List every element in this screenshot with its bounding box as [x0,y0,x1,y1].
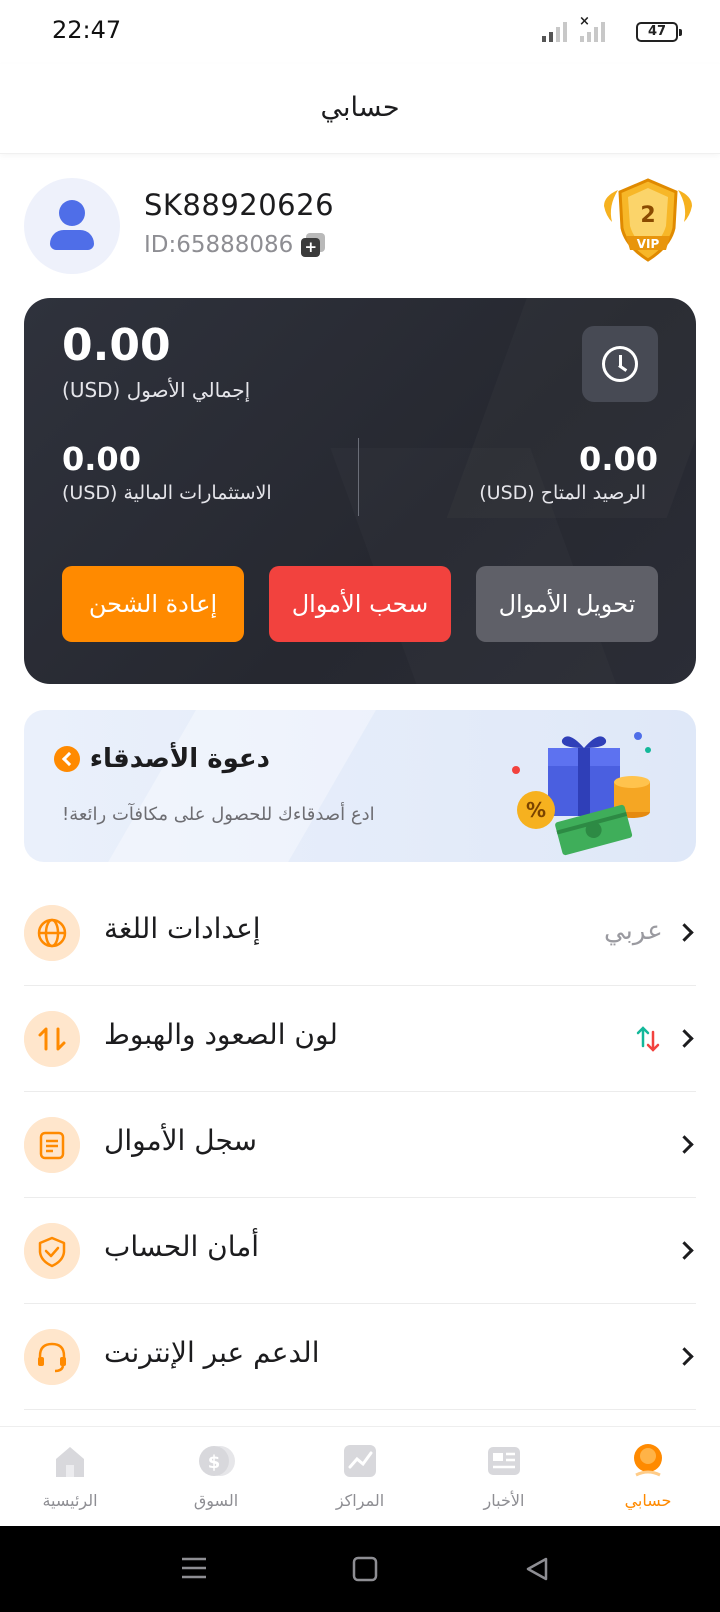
user-id: ID:65888086 [144,232,294,258]
transfer-button[interactable]: تحويل الأموال [476,566,658,642]
avatar-head-icon [59,200,85,226]
invite-friends-banner[interactable]: دعوة الأصدقاء ادع أصدقاءك للحصول على مكا… [24,710,696,862]
shield-check-icon [24,1223,80,1279]
card-divider [358,438,359,516]
newspaper-icon [488,1447,520,1475]
chevron-right-icon [675,1241,694,1260]
vip-badge-icon[interactable]: 2 VIP [600,176,696,266]
vip-level: 2 [640,203,655,228]
available-balance-value: 0.00 [579,440,658,478]
investments-label: الاستثمارات المالية (USD) [62,482,272,504]
document-icon [24,1117,80,1173]
home-square-icon[interactable] [352,1556,378,1582]
gift-illustration-icon: % [512,732,651,856]
nav-label-home: الرئيسية [42,1491,98,1510]
svg-text:$: $ [208,1452,221,1473]
system-nav-bar [0,1526,720,1612]
battery-level: 47 [647,24,667,39]
total-assets-value: 0.00 [62,320,171,371]
menu-item-support[interactable]: الدعم عبر الإنترنت [24,1304,696,1410]
chevron-right-icon [675,923,694,942]
nav-item-account[interactable]: حسابي [598,1441,698,1521]
nav-label-news: الأخبار [483,1491,525,1510]
nav-item-market[interactable]: $ السوق [166,1441,266,1521]
nav-label-market: السوق [193,1491,239,1510]
chart-icon [344,1445,376,1477]
avatar-body-icon [50,230,94,250]
chevron-right-icon [675,1135,694,1154]
home-icon [56,1447,84,1477]
menu-item-language[interactable]: إعدادات اللغة عربي [24,880,696,986]
menu-item-color[interactable]: لون الصعود والهبوط [24,986,696,1092]
avatar[interactable] [24,178,120,274]
language-value: عربي [604,916,663,946]
status-bar: 22:47 × 47 [0,0,720,64]
chevron-right-icon [675,1347,694,1366]
menu-label-support: الدعم عبر الإنترنت [104,1336,320,1369]
nav-label-account: حسابي [624,1491,672,1510]
invite-subtitle: ادع أصدقاءك للحصول على مكافآت رائعة! [62,804,375,825]
clock-icon [602,346,638,382]
menu-item-security[interactable]: أمان الحساب [24,1198,696,1304]
globe-icon [24,905,80,961]
app-header: حسابي [0,64,720,154]
recharge-button[interactable]: إعادة الشحن [62,566,244,642]
headset-icon [24,1329,80,1385]
battery-icon: 47 [636,22,682,42]
profile-section: SK88920626 ID:65888086 + 2 VIP [0,170,720,280]
asset-card: 0.00 إجمالي الأصول (USD) 0.00 الاستثمارا… [24,298,696,684]
chevron-right-icon [53,746,80,772]
copy-icon[interactable]: + [301,233,326,257]
nav-label-positions: المراكز [335,1491,385,1510]
nav-item-home[interactable]: الرئيسية [20,1441,120,1521]
settings-menu: إعدادات اللغة عربي لون الصعود والهبوط سج… [24,880,696,1410]
withdraw-button[interactable]: سحب الأموال [269,566,451,642]
menu-label-security: أمان الحساب [104,1230,260,1263]
menu-item-fund-history[interactable]: سجل الأموال [24,1092,696,1198]
username: SK88920626 [144,188,335,222]
available-balance-label: الرصيد المتاح (USD) [479,482,646,504]
history-button[interactable] [582,326,658,402]
up-down-arrows-icon [24,1011,80,1067]
page-title: حسابي [320,92,400,123]
invite-title: دعوة الأصدقاء [89,744,270,774]
investments-value: 0.00 [62,440,141,478]
menu-label-color: لون الصعود والهبوط [104,1018,338,1051]
nav-item-positions[interactable]: المراكز [310,1441,410,1521]
chevron-right-icon [675,1029,694,1048]
green-up-red-down-icon [636,1026,660,1052]
signal-icon [542,20,567,42]
menu-label-fund-history: سجل الأموال [104,1124,257,1157]
user-id-row: ID:65888086 + [144,232,326,258]
invite-title-row: دعوة الأصدقاء [53,744,270,774]
percent-glyph: % [526,798,546,822]
back-triangle-icon[interactable] [524,1556,550,1582]
user-icon [634,1444,662,1477]
no-signal-x-icon: × [579,14,590,29]
vip-label: VIP [637,237,660,251]
bottom-nav: الرئيسية $ السوق المراكز الأخبار حسابي [0,1426,720,1526]
menu-icon[interactable] [180,1556,208,1580]
coin-icon: $ [199,1446,235,1476]
status-time: 22:47 [52,16,122,44]
nav-item-news[interactable]: الأخبار [454,1441,554,1521]
total-assets-label: إجمالي الأصول (USD) [62,378,251,402]
menu-label-language: إعدادات اللغة [104,912,261,945]
